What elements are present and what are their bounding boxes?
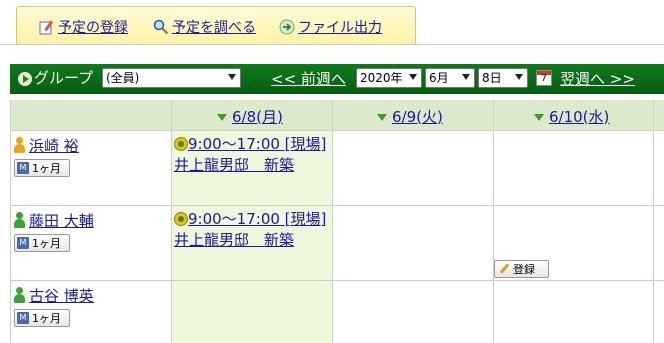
search-schedule-label: 予定を調べる	[172, 20, 256, 36]
magnifier-icon	[153, 19, 169, 35]
register-button[interactable]: 登録	[494, 260, 549, 278]
register-button-label: 登録	[513, 263, 535, 276]
calendar-m-icon: M	[17, 162, 29, 174]
grid-line	[10, 100, 11, 343]
person-row-2: 古谷 博英 M 1ヶ月	[14, 285, 94, 327]
group-label: グループ	[34, 69, 94, 87]
chevron-down-icon	[462, 74, 470, 80]
search-schedule-link[interactable]: 予定を調べる	[153, 18, 256, 36]
chevron-down-icon	[228, 74, 236, 80]
event-status-icon	[174, 212, 188, 226]
month-view-button[interactable]: M 1ヶ月	[14, 234, 70, 252]
schedule-toolbar: グループ (全員) << 前週へ 2020年 6月 8日 翌週へ >>	[10, 64, 664, 94]
month-view-button[interactable]: M 1ヶ月	[14, 159, 70, 177]
grid-line	[10, 280, 664, 281]
calendar-m-icon: M	[17, 237, 29, 249]
calendar-m-icon: M	[17, 312, 29, 324]
grid-line	[10, 130, 664, 131]
file-export-icon	[279, 19, 295, 35]
month-button-label: 1ヶ月	[32, 237, 61, 250]
grid-line	[653, 100, 654, 343]
user-icon	[14, 137, 25, 153]
schedule-grid: 6/8(月) 6/9(火) 6/10(水) 浜崎 裕 M 1ヶ月 藤田 大輔 M…	[10, 100, 664, 343]
file-output-link[interactable]: ファイル出力	[279, 18, 382, 36]
file-output-label: ファイル出力	[298, 20, 382, 36]
group-arrow-icon	[18, 72, 32, 86]
person-name[interactable]: 古谷 博英	[29, 285, 94, 306]
event-text: 9:00～17:00 [現場]井上龍男邸 新築	[174, 135, 327, 174]
user-icon-body	[14, 219, 25, 228]
pencil-icon	[498, 263, 510, 275]
day-select[interactable]: 8日	[478, 68, 528, 88]
top-tab-bar: 予定の登録 予定を調べる ファイル出力	[0, 0, 664, 46]
event-status-icon	[174, 137, 188, 151]
schedule-event[interactable]: 9:00～17:00 [現場]井上龍男邸 新築	[174, 209, 330, 251]
next-week-link[interactable]: 翌週へ >>	[560, 68, 635, 89]
action-tab: 予定の登録 予定を調べる ファイル出力	[16, 6, 416, 45]
month-select[interactable]: 6月	[425, 68, 475, 88]
day-header-1[interactable]: 6/9(火)	[377, 106, 443, 126]
user-icon-body	[14, 294, 25, 303]
grid-line	[171, 100, 172, 343]
day-header-label: 6/8(月)	[232, 107, 283, 126]
day-header-0[interactable]: 6/8(月)	[217, 106, 283, 126]
event-text: 9:00～17:00 [現場]井上龍男邸 新築	[174, 210, 327, 249]
register-schedule-link[interactable]: 予定の登録	[39, 18, 128, 36]
person-row-1: 藤田 大輔 M 1ヶ月	[14, 210, 94, 252]
prev-week-link[interactable]: << 前週へ	[271, 68, 346, 89]
user-icon	[14, 212, 25, 228]
user-icon-head	[16, 287, 23, 294]
day-header-label: 6/9(火)	[392, 107, 443, 126]
person-name[interactable]: 浜崎 裕	[29, 135, 79, 156]
day-header-label: 6/10(水)	[549, 107, 610, 126]
year-select-value: 2020年	[360, 71, 403, 85]
schedule-event[interactable]: 9:00～17:00 [現場]井上龍男邸 新築	[174, 134, 330, 176]
triangle-down-icon	[534, 113, 544, 121]
user-icon-head	[16, 137, 23, 144]
group-select[interactable]: (全員)	[102, 68, 241, 88]
month-select-value: 6月	[429, 71, 449, 85]
year-select[interactable]: 2020年	[356, 68, 422, 88]
user-icon-head	[16, 212, 23, 219]
user-icon-body	[14, 144, 25, 153]
grid-line	[332, 100, 333, 343]
person-row-0: 浜崎 裕 M 1ヶ月	[14, 135, 79, 177]
pencil-note-icon	[39, 20, 54, 35]
group-select-value: (全員)	[106, 71, 140, 85]
chevron-down-icon	[409, 74, 417, 80]
register-schedule-label: 予定の登録	[58, 20, 128, 36]
month-view-button[interactable]: M 1ヶ月	[14, 309, 70, 327]
chevron-down-icon	[515, 74, 523, 80]
day-header-2[interactable]: 6/10(水)	[534, 106, 609, 126]
grid-line	[493, 100, 494, 343]
month-button-label: 1ヶ月	[32, 312, 61, 325]
calendar-icon[interactable]	[536, 70, 552, 86]
person-name[interactable]: 藤田 大輔	[29, 210, 94, 231]
user-icon	[14, 287, 25, 303]
tab-baseline	[0, 44, 664, 45]
triangle-down-icon	[377, 113, 387, 121]
day-select-value: 8日	[482, 71, 502, 85]
grid-line	[10, 205, 664, 206]
month-button-label: 1ヶ月	[32, 162, 61, 175]
triangle-down-icon	[217, 113, 227, 121]
